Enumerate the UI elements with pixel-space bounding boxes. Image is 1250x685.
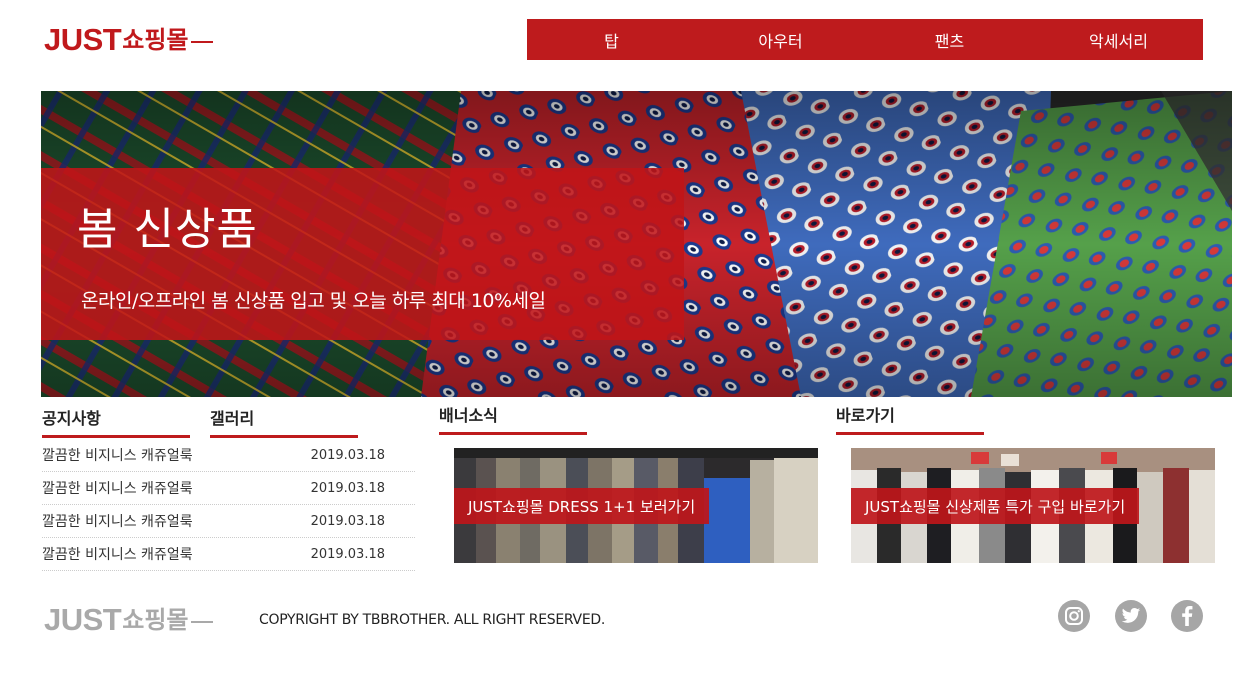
notice-date: 2019.03.18 — [310, 480, 385, 496]
shortcut-card[interactable]: JUST쇼핑몰 신상제품 특가 구입 바로가기 — [851, 448, 1215, 563]
list-item[interactable]: 깔끔한 비지니스 캐쥬얼룩 2019.03.18 — [42, 472, 415, 505]
notice-date: 2019.03.18 — [310, 546, 385, 562]
hero-title: 봄 신상품 — [77, 204, 258, 255]
nav-item-pants[interactable]: 팬츠 — [865, 19, 1034, 60]
instagram-icon — [1065, 607, 1083, 625]
notice-title: 깔끔한 비지니스 캐쥬얼룩 — [42, 547, 193, 563]
footer-logo-dash — [190, 621, 213, 623]
main-nav: 탑 아우터 팬츠 악세서리 — [527, 19, 1203, 60]
shortcut-section-title: 바로가기 — [836, 402, 984, 435]
logo-text-en: JUST — [44, 22, 122, 57]
notice-title: 깔끔한 비지니스 캐쥬얼룩 — [42, 514, 193, 530]
banner-section-title: 배너소식 — [439, 402, 587, 435]
nav-item-accessory[interactable]: 악세서리 — [1034, 19, 1203, 60]
twitter-link[interactable] — [1115, 600, 1147, 632]
notice-date: 2019.03.18 — [310, 513, 385, 529]
facebook-link[interactable] — [1171, 600, 1203, 632]
list-item[interactable]: 깔끔한 비지니스 캐쥬얼룩 2019.03.18 — [42, 538, 415, 571]
tab-gallery[interactable]: 갤러리 — [210, 405, 358, 438]
notice-title: 깔끔한 비지니스 캐쥬얼룩 — [42, 481, 193, 497]
instagram-link[interactable] — [1058, 600, 1090, 632]
facebook-icon — [1182, 606, 1193, 626]
nav-item-top[interactable]: 탑 — [527, 19, 696, 60]
hero-caption-box: 봄 신상품 온라인/오프라인 봄 신상품 입고 및 오늘 하루 최대 10%세일 — [41, 168, 684, 340]
footer-logo-text-ko: 쇼핑몰 — [122, 606, 189, 634]
notice-date: 2019.03.18 — [310, 447, 385, 463]
logo-dash — [190, 41, 213, 43]
copyright-text: COPYRIGHT BY TBBROTHER. ALL RIGHT RESERV… — [259, 612, 606, 628]
banner-card-label: JUST쇼핑몰 DRESS 1+1 보러가기 — [454, 488, 710, 524]
hero-banner[interactable]: 봄 신상품 온라인/오프라인 봄 신상품 입고 및 오늘 하루 최대 10%세일 — [41, 91, 1232, 397]
list-item[interactable]: 깔끔한 비지니스 캐쥬얼룩 2019.03.18 — [42, 505, 415, 538]
list-item[interactable]: 깔끔한 비지니스 캐쥬얼룩 2019.03.18 — [42, 439, 415, 472]
nav-item-outer[interactable]: 아우터 — [696, 19, 865, 60]
hero-subtitle: 온라인/오프라인 봄 신상품 입고 및 오늘 하루 최대 10%세일 — [81, 290, 546, 312]
twitter-icon — [1121, 608, 1141, 623]
footer-logo[interactable]: JUST 쇼핑몰 — [44, 598, 213, 638]
notice-list: 깔끔한 비지니스 캐쥬얼룩 2019.03.18 깔끔한 비지니스 캐쥬얼룩 2… — [42, 439, 415, 571]
shortcut-card-label: JUST쇼핑몰 신상제품 특가 구입 바로가기 — [851, 488, 1140, 524]
tab-notice[interactable]: 공지사항 — [42, 405, 190, 438]
banner-card[interactable]: JUST쇼핑몰 DRESS 1+1 보러가기 — [454, 448, 818, 563]
logo-text-ko: 쇼핑몰 — [122, 26, 189, 54]
footer-logo-text-en: JUST — [44, 602, 122, 637]
site-logo[interactable]: JUST 쇼핑몰 — [44, 18, 213, 58]
notice-title: 깔끔한 비지니스 캐쥬얼룩 — [42, 448, 193, 464]
